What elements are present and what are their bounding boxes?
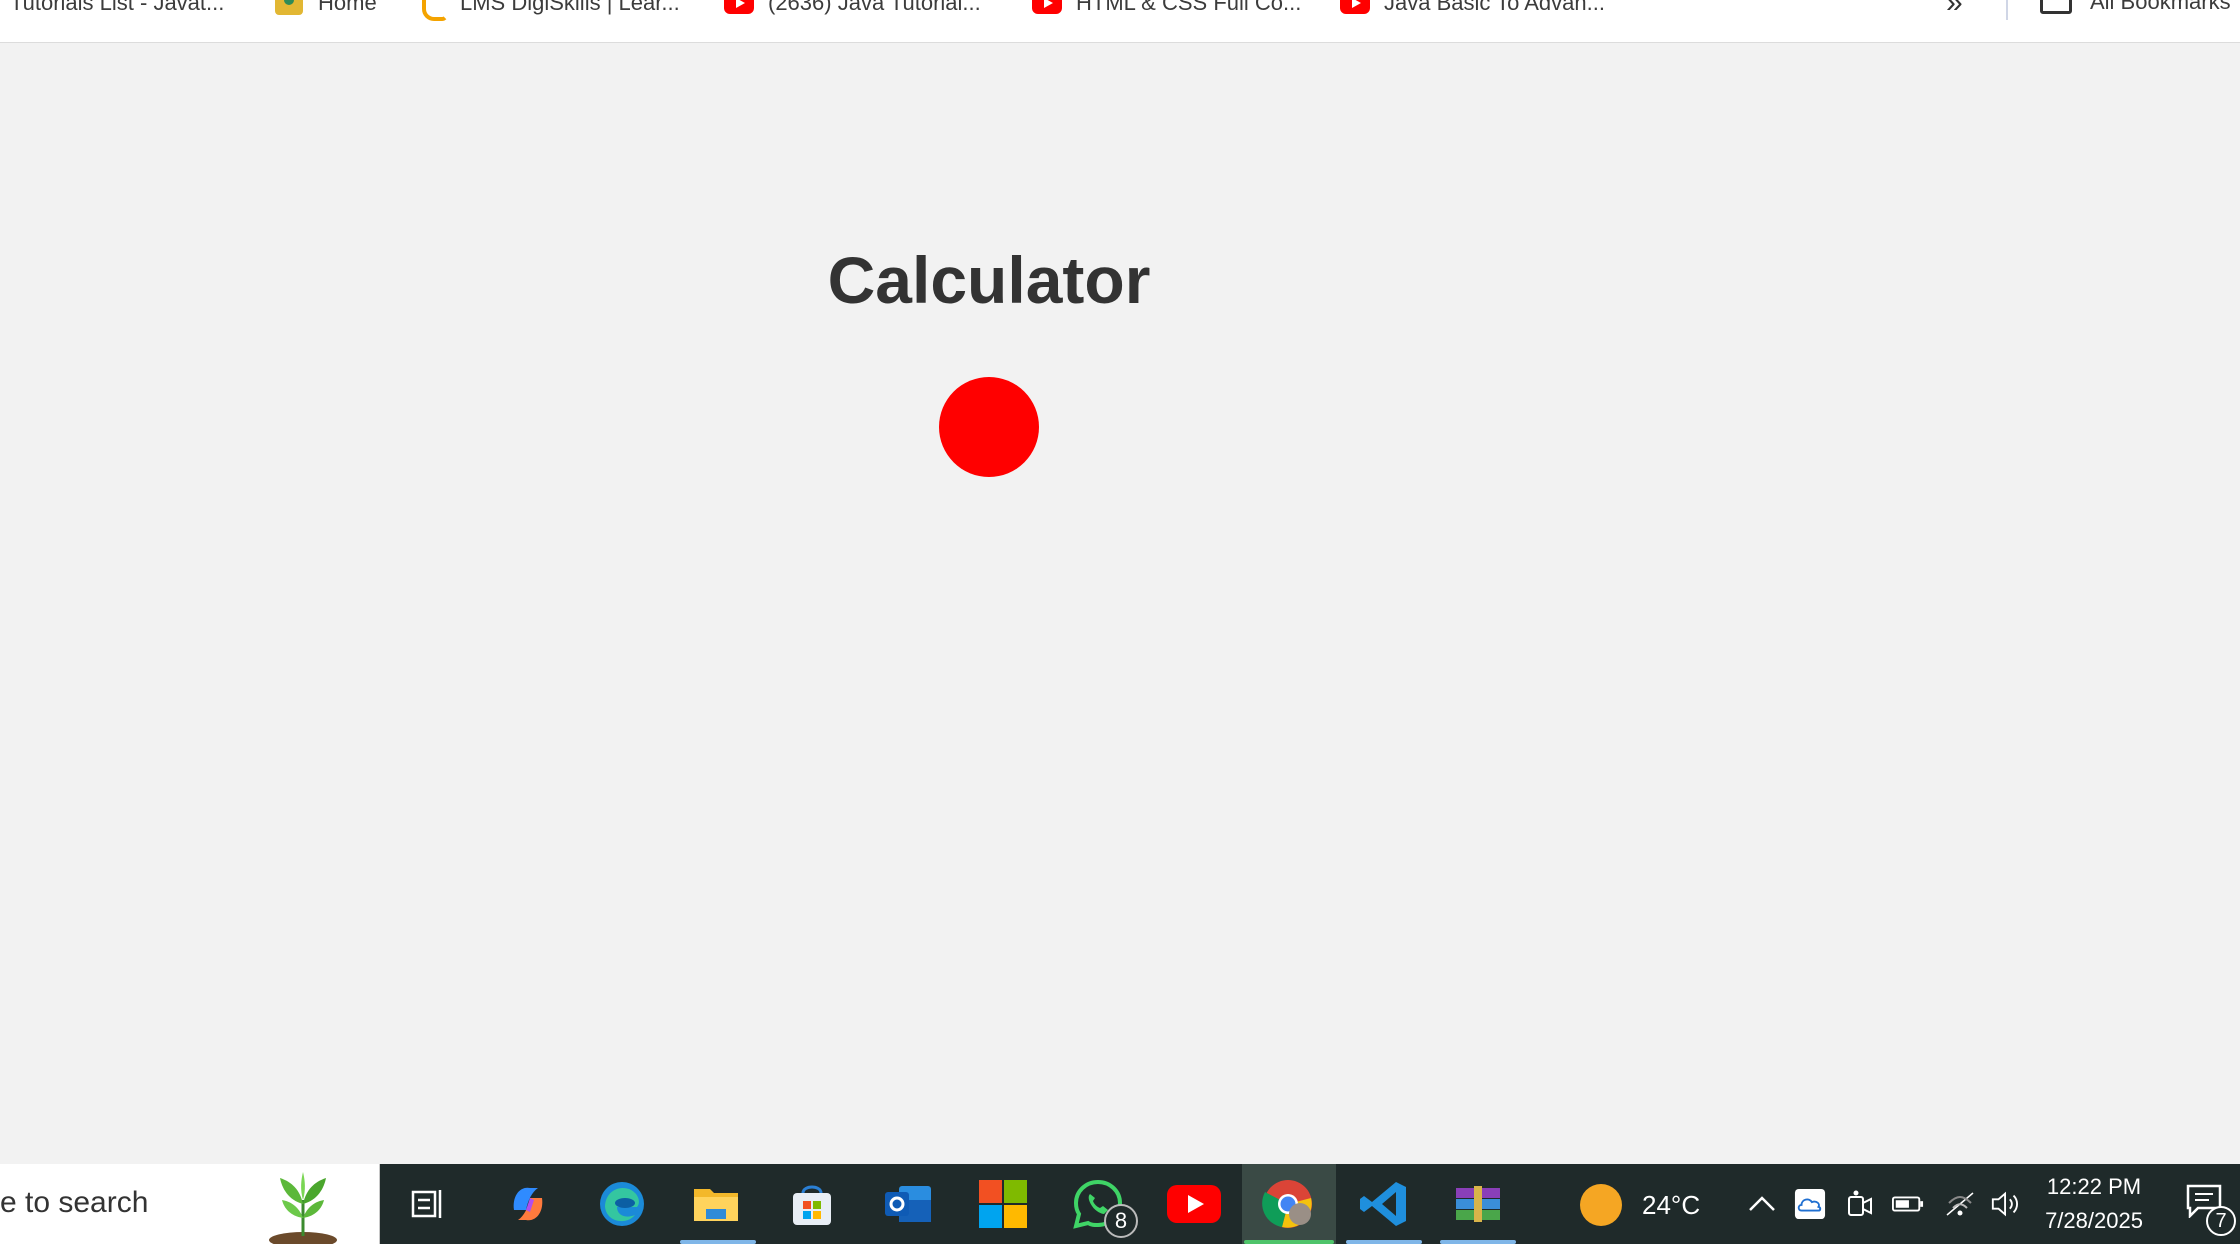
bookmark-label: LMS DigiSkills | Lear...	[460, 0, 680, 15]
youtube-icon	[724, 0, 754, 14]
winrar-active-indicator	[1440, 1240, 1516, 1244]
sun-icon	[1580, 1184, 1622, 1226]
all-bookmarks-label: All Bookmarks	[2090, 0, 2231, 14]
youtube-icon[interactable]	[1166, 1176, 1222, 1232]
bookmark-lms-digiskills[interactable]: LMS DigiSkills | Lear...	[416, 0, 680, 21]
copilot-icon[interactable]	[500, 1176, 556, 1232]
chevron-up-icon[interactable]	[1746, 1188, 1778, 1220]
all-bookmarks-button[interactable]: All Bookmarks	[2040, 0, 2231, 15]
digiskills-icon	[416, 0, 448, 21]
bookmark-label: Home	[318, 0, 377, 15]
weather-widget[interactable]: 24°C	[1580, 1184, 1700, 1226]
taskbar: e to search 8 24°C 12:22 PM 7/28/2025 7	[0, 1164, 2240, 1244]
bookmark-label: Java Basic To Advan...	[1384, 0, 1605, 15]
bookmarks-overflow-button[interactable]: »	[1946, 0, 1963, 20]
wifi-icon[interactable]	[1944, 1188, 1976, 1220]
whatsapp-badge: 8	[1104, 1204, 1138, 1238]
youtube-icon	[1032, 0, 1062, 14]
onedrive-icon[interactable]	[1794, 1188, 1826, 1220]
bookmark-label: Tutorials List - Javat...	[10, 0, 225, 15]
microsoft-icon[interactable]	[975, 1176, 1031, 1232]
notification-button[interactable]: 7	[2186, 1184, 2236, 1236]
chrome-active-indicator	[1244, 1240, 1334, 1244]
vscode-active-indicator	[1346, 1240, 1422, 1244]
bookmarks-divider	[2006, 0, 2008, 20]
edge-icon[interactable]	[594, 1176, 650, 1232]
file-explorer-icon[interactable]	[688, 1176, 744, 1232]
youtube-icon	[1340, 0, 1370, 14]
taskbar-search[interactable]: e to search	[0, 1164, 380, 1244]
bookmark-javatpoint[interactable]: Tutorials List - Javat...	[10, 0, 224, 17]
clock-time: 12:22 PM	[2046, 1174, 2142, 1199]
file-explorer-active-indicator	[680, 1240, 756, 1244]
bookmarks-bar: Tutorials List - Javat... Home LMS DigiS…	[0, 0, 2240, 43]
bookmark-label: HTML & CSS Full Co...	[1076, 0, 1302, 15]
plant-icon	[269, 1172, 337, 1244]
winrar-icon[interactable]	[1450, 1176, 1506, 1232]
task-view-icon[interactable]	[400, 1176, 456, 1232]
bookmark-java-tutorial[interactable]: (2636) Java Tutorial...	[724, 0, 981, 17]
folder-icon	[2040, 0, 2072, 14]
weather-temperature: 24°C	[1642, 1189, 1701, 1220]
chrome-icon[interactable]	[1260, 1176, 1316, 1232]
vscode-icon[interactable]	[1356, 1176, 1412, 1232]
battery-icon[interactable]	[1892, 1188, 1924, 1220]
page-title: Calculator	[827, 243, 1151, 317]
system-clock[interactable]: 12:22 PM 7/28/2025	[2024, 1170, 2164, 1238]
bookmark-label: (2636) Java Tutorial...	[768, 0, 981, 15]
home-icon	[274, 0, 304, 15]
outlook-icon[interactable]	[880, 1176, 936, 1232]
notification-count: 7	[2206, 1206, 2236, 1236]
volume-icon[interactable]	[1990, 1188, 2022, 1220]
microsoft-store-icon[interactable]	[784, 1176, 840, 1232]
bookmark-home[interactable]: Home	[274, 0, 377, 17]
bookmark-html-css[interactable]: HTML & CSS Full Co...	[1032, 0, 1301, 17]
clock-date: 7/28/2025	[2045, 1208, 2143, 1233]
meet-icon[interactable]	[1844, 1188, 1876, 1220]
red-dot	[939, 377, 1039, 477]
search-placeholder: e to search	[0, 1186, 149, 1219]
bookmark-java-basic[interactable]: Java Basic To Advan...	[1340, 0, 1605, 17]
